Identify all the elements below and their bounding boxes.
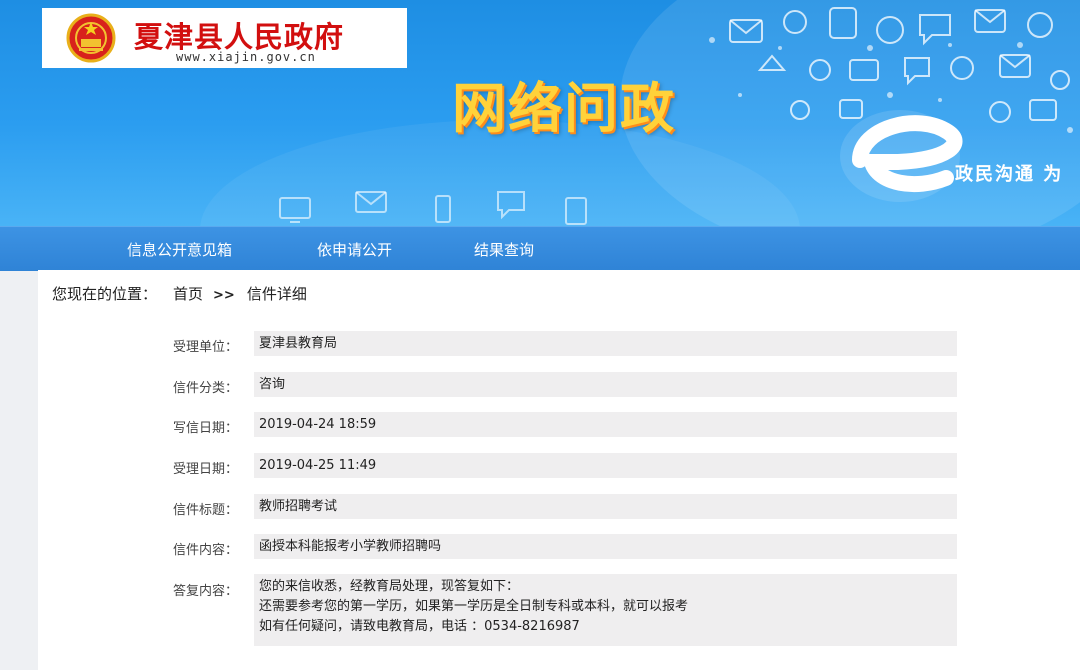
reply-line: 还需要参考您的第一学历，如果第一学历是全日制专科或本科，就可以报考 bbox=[259, 599, 689, 614]
brand-title: 网络问政 bbox=[452, 77, 676, 140]
field-label-department: 受理单位： bbox=[172, 340, 238, 355]
main-nav: 信息公开意见箱 依申请公开 结果查询 bbox=[0, 226, 1080, 271]
field-label-category: 信件分类： bbox=[172, 381, 238, 396]
field-value-category: 咨询 bbox=[254, 372, 957, 397]
field-value-department: 夏津县教育局 bbox=[254, 331, 957, 356]
nav-item-opinion-box[interactable]: 信息公开意见箱 bbox=[127, 239, 232, 260]
breadcrumb-label: 您现在的位置： bbox=[52, 285, 158, 303]
nav-item-result-query[interactable]: 结果查询 bbox=[474, 239, 534, 260]
field-label-content: 信件内容： bbox=[172, 543, 238, 558]
reply-line: 如有任何疑问，请致电教育局，电话 ：0534-8216987 bbox=[259, 619, 580, 634]
site-logo[interactable]: 夏津县人民政府 www.xiajin.gov.cn bbox=[42, 8, 407, 68]
breadcrumb-current: 信件详细 bbox=[246, 285, 307, 303]
field-value-write-date: 2019-04-24 18:59 bbox=[254, 412, 957, 437]
breadcrumb-home-link[interactable]: 首页 bbox=[173, 283, 203, 304]
header-banner: 夏津县人民政府 www.xiajin.gov.cn 网络问政 政民沟通 为 bbox=[0, 0, 1080, 226]
field-value-reply: 您的来信收悉，经教育局处理，现答复如下： 还需要参考您的第一学历，如果第一学历是… bbox=[254, 574, 957, 646]
breadcrumb: 您现在的位置： 首页 >> 信件详细 bbox=[52, 283, 307, 304]
field-value-subject: 教师招聘考试 bbox=[254, 494, 957, 519]
site-url: www.xiajin.gov.cn bbox=[176, 50, 316, 64]
field-label-subject: 信件标题： bbox=[172, 503, 238, 518]
device-icons bbox=[279, 191, 587, 225]
nav-item-request-disclosure[interactable]: 依申请公开 bbox=[317, 239, 392, 260]
national-emblem-icon bbox=[66, 13, 116, 63]
field-label-accept-date: 受理日期： bbox=[172, 462, 238, 477]
breadcrumb-separator: >> bbox=[213, 288, 235, 303]
field-label-reply: 答复内容： bbox=[172, 584, 238, 599]
field-label-write-date: 写信日期： bbox=[172, 421, 238, 436]
e-government-logo-icon bbox=[840, 110, 963, 202]
slogan: 政民沟通 为 bbox=[955, 164, 1064, 185]
reply-line: 您的来信收悉，经教育局处理，现答复如下： bbox=[259, 579, 520, 594]
field-value-content: 函授本科能报考小学教师招聘吗 bbox=[254, 534, 957, 559]
field-value-accept-date: 2019-04-25 11:49 bbox=[254, 453, 957, 478]
